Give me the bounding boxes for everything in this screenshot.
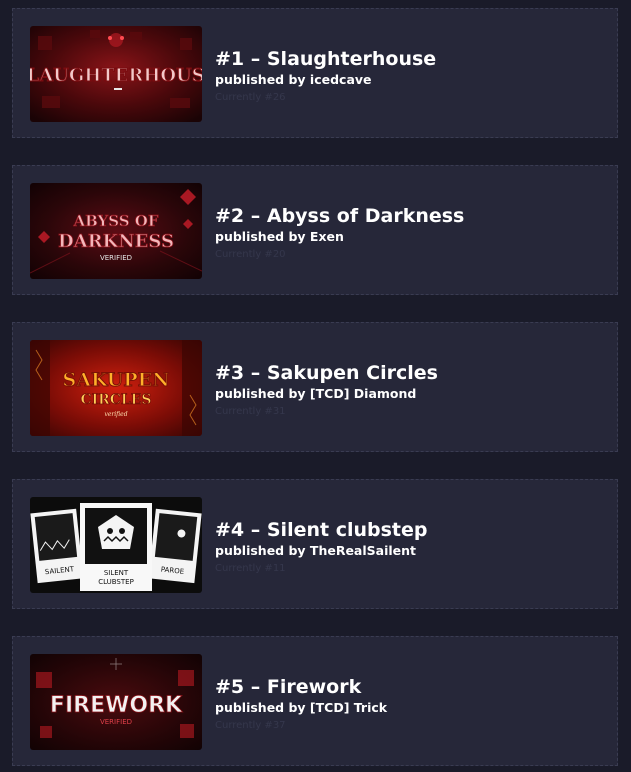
level-info: #2 – Abyss of Darkness published by Exen… bbox=[215, 204, 605, 263]
slaughterhouse-thumbnail-image: SLAUGHTERHOUSE bbox=[30, 26, 202, 122]
abyss-of-darkness-thumbnail-image: ABYSS OF DARKNESS VERIFIED bbox=[30, 183, 202, 279]
level-rank-note: Currently #11 bbox=[215, 563, 286, 574]
level-title[interactable]: #2 – Abyss of Darkness bbox=[215, 204, 605, 228]
thumbnail-logo-text: SILENT bbox=[104, 569, 129, 577]
thumbnail-subtext: VERIFIED bbox=[100, 718, 132, 726]
level-card[interactable]: SLAUGHTERHOUSE #1 – Slaughterhouse publi… bbox=[12, 8, 618, 138]
thumbnail-logo-text: DARKNESS bbox=[58, 231, 174, 252]
level-thumbnail[interactable]: SAKUPEN CIRCLES verified bbox=[30, 340, 202, 436]
firework-thumbnail-image: FIREWORK VERIFIED bbox=[30, 654, 202, 750]
level-rank-note: Currently #26 bbox=[215, 92, 286, 103]
level-publisher: published by [TCD] Trick bbox=[215, 700, 388, 715]
level-info: #4 – Silent clubstep published by TheRea… bbox=[215, 518, 605, 577]
level-thumbnail[interactable]: FIREWORK VERIFIED bbox=[30, 654, 202, 750]
level-list: SLAUGHTERHOUSE #1 – Slaughterhouse publi… bbox=[0, 0, 631, 772]
thumbnail-logo-text: SAKUPEN bbox=[62, 369, 169, 391]
level-rank-note: Currently #31 bbox=[215, 406, 286, 417]
level-thumbnail[interactable]: ABYSS OF DARKNESS VERIFIED bbox=[30, 183, 202, 279]
level-publisher: published by [TCD] Diamond bbox=[215, 386, 417, 401]
level-thumbnail[interactable]: SAILENT PAROE SILENT CLUBSTEP bbox=[30, 497, 202, 593]
level-card[interactable]: SAILENT PAROE SILENT CLUBSTEP #4 – Silen… bbox=[12, 479, 618, 609]
level-info: #5 – Firework published by [TCD] Trick C… bbox=[215, 675, 605, 734]
thumbnail-logo-text: ABYSS OF bbox=[72, 212, 158, 230]
thumbnail-subtext: verified bbox=[104, 411, 127, 418]
level-card[interactable]: ABYSS OF DARKNESS VERIFIED #2 – Abyss of… bbox=[12, 165, 618, 295]
level-title[interactable]: #5 – Firework bbox=[215, 675, 605, 699]
level-rank-note: Currently #20 bbox=[215, 249, 286, 260]
thumbnail-logo-text: FIREWORK bbox=[50, 693, 183, 718]
level-info: #1 – Slaughterhouse published by icedcav… bbox=[215, 47, 605, 106]
level-card[interactable]: SAKUPEN CIRCLES verified #3 – Sakupen Ci… bbox=[12, 322, 618, 452]
level-title[interactable]: #4 – Silent clubstep bbox=[215, 518, 605, 542]
level-publisher: published by TheRealSailent bbox=[215, 543, 417, 558]
level-rank-note: Currently #37 bbox=[215, 720, 286, 731]
level-publisher: published by Exen bbox=[215, 229, 344, 244]
level-thumbnail[interactable]: SLAUGHTERHOUSE bbox=[30, 26, 202, 122]
level-title[interactable]: #3 – Sakupen Circles bbox=[215, 361, 605, 385]
level-publisher: published by icedcave bbox=[215, 72, 372, 87]
sakupen-circles-thumbnail-image: SAKUPEN CIRCLES verified bbox=[30, 340, 202, 436]
thumbnail-logo-text: SLAUGHTERHOUSE bbox=[30, 65, 202, 86]
level-title[interactable]: #1 – Slaughterhouse bbox=[215, 47, 605, 71]
silent-clubstep-thumbnail-image: SAILENT PAROE SILENT CLUBSTEP bbox=[30, 497, 202, 593]
level-info: #3 – Sakupen Circles published by [TCD] … bbox=[215, 361, 605, 420]
thumbnail-logo-text: CLUBSTEP bbox=[98, 578, 134, 586]
level-card[interactable]: FIREWORK VERIFIED #5 – Firework publishe… bbox=[12, 636, 618, 766]
thumbnail-logo-text: CIRCLES bbox=[80, 392, 151, 408]
thumbnail-subtext: VERIFIED bbox=[100, 254, 132, 262]
